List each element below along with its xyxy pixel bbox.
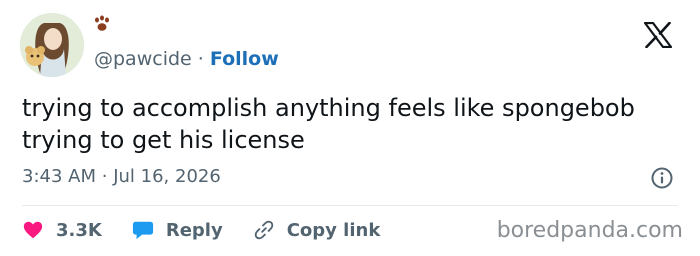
paw-icon bbox=[95, 15, 109, 31]
likes-count: 3.3K bbox=[56, 219, 102, 241]
copy-link-label: Copy link bbox=[286, 219, 381, 241]
tweet-date: Jul 16, 2026 bbox=[113, 166, 221, 187]
avatar-image bbox=[20, 13, 84, 77]
x-logo-icon[interactable] bbox=[644, 22, 672, 48]
follow-button[interactable]: Follow bbox=[210, 48, 279, 70]
divider bbox=[22, 205, 678, 206]
speech-bubble-icon bbox=[132, 221, 153, 240]
link-icon bbox=[254, 220, 273, 240]
copy-link-button[interactable]: Copy link bbox=[253, 219, 381, 241]
action-bar: 3.3K Reply Copy link bbox=[22, 215, 410, 245]
tweet-time: 3:43 AM bbox=[22, 166, 96, 187]
avatar[interactable] bbox=[20, 13, 84, 77]
like-button[interactable]: 3.3K bbox=[22, 219, 102, 241]
reply-button[interactable]: Reply bbox=[132, 219, 223, 241]
tweet-line: trying to accomplish anything feels like… bbox=[22, 94, 635, 122]
tweet-timestamp[interactable]: 3:43 AM · Jul 16, 2026 bbox=[22, 166, 221, 187]
timestamp-separator: · bbox=[101, 166, 108, 187]
tweet-line: trying to get his license bbox=[22, 126, 305, 154]
watermark: boredpanda.com bbox=[496, 218, 683, 243]
user-handle[interactable]: @pawcide bbox=[94, 48, 192, 70]
heart-icon bbox=[23, 221, 43, 239]
reply-label: Reply bbox=[165, 219, 223, 241]
tweet-text: trying to accomplish anything feels like… bbox=[22, 92, 682, 156]
header-separator: · bbox=[197, 48, 204, 70]
info-icon[interactable] bbox=[650, 166, 674, 190]
tweet-header: @pawcide · Follow bbox=[94, 48, 279, 70]
